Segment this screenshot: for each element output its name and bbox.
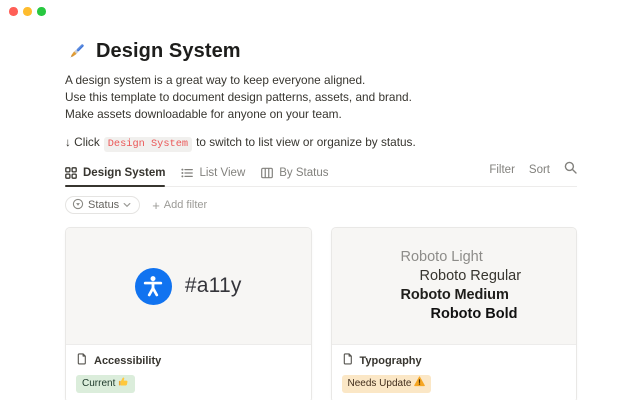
- search-icon[interactable]: [564, 161, 577, 179]
- minimize-window-button[interactable]: [23, 7, 32, 16]
- status-chip-label: Status: [88, 199, 119, 211]
- notion-window: Design System A design system is a great…: [0, 0, 640, 400]
- window-controls: [9, 7, 46, 16]
- status-property-icon: [72, 198, 84, 213]
- specimen-line: Roboto Bold: [431, 305, 577, 324]
- close-window-button[interactable]: [9, 7, 18, 16]
- tag-label: Needs Update: [348, 377, 412, 390]
- inline-code: Design System: [104, 137, 192, 152]
- gallery-view: #a11y Accessibility Curr: [65, 227, 577, 400]
- card-title-text: Typography: [360, 355, 422, 367]
- database-toolbar: Design System List View: [65, 162, 577, 187]
- page-icon: [342, 353, 354, 368]
- card-title: Typography: [342, 353, 567, 368]
- plus-icon: +: [152, 199, 160, 212]
- description-line: Use this template to document design pat…: [65, 89, 577, 106]
- filter-button[interactable]: Filter: [489, 164, 515, 176]
- card-footer: Typography Needs Update: [332, 344, 577, 400]
- tip-prefix: ↓ Click: [65, 135, 100, 149]
- tab-label: By Status: [279, 167, 328, 179]
- card-title: Accessibility: [76, 353, 301, 368]
- thumbs-up-emoji-icon: [118, 376, 129, 391]
- page-title: Design System: [65, 40, 577, 63]
- callout-tip: ↓ Click Design System to switch to list vi…: [65, 135, 577, 150]
- specimen-line: Roboto Regular: [420, 267, 577, 286]
- view-actions: Filter Sort: [489, 161, 577, 186]
- accessibility-icon: [135, 268, 172, 305]
- a11y-preview: #a11y: [135, 268, 242, 305]
- a11y-hashtag: #a11y: [185, 274, 242, 298]
- status-tag-needs-update: Needs Update: [342, 375, 432, 393]
- tag-label: Current: [82, 377, 115, 390]
- list-view-icon: [181, 167, 193, 179]
- card-accessibility[interactable]: #a11y Accessibility Curr: [65, 227, 312, 400]
- zoom-window-button[interactable]: [37, 7, 46, 16]
- page-content: Design System A design system is a great…: [65, 40, 577, 400]
- status-filter-chip[interactable]: Status: [65, 196, 140, 214]
- specimen-line: Roboto Medium: [401, 286, 577, 305]
- tab-label: Design System: [83, 167, 165, 179]
- card-preview: Roboto Light Roboto Regular Roboto Mediu…: [332, 228, 577, 344]
- chevron-down-icon: [123, 199, 131, 211]
- card-preview: #a11y: [66, 228, 311, 344]
- gallery-view-icon: [65, 167, 77, 179]
- description-line: Make assets downloadable for anyone on y…: [65, 106, 577, 123]
- tip-suffix: to switch to list view or organize by st…: [196, 135, 416, 149]
- page-title-text: Design System: [96, 40, 241, 63]
- typography-specimen: Roboto Light Roboto Regular Roboto Mediu…: [332, 248, 577, 324]
- tab-design-system[interactable]: Design System: [65, 167, 165, 186]
- page-description: A design system is a great way to keep e…: [65, 72, 577, 123]
- tab-by-status[interactable]: By Status: [261, 167, 328, 186]
- description-line: A design system is a great way to keep e…: [65, 72, 577, 89]
- board-view-icon: [261, 167, 273, 179]
- page-icon: [76, 353, 88, 368]
- filter-bar: Status + Add filter: [65, 196, 577, 214]
- status-tag-current: Current: [76, 375, 135, 393]
- warning-emoji-icon: [414, 376, 425, 391]
- view-tabs: Design System List View: [65, 167, 328, 186]
- specimen-line: Roboto Light: [401, 248, 577, 267]
- paintbrush-emoji-icon: [65, 41, 87, 63]
- tab-label: List View: [199, 167, 245, 179]
- sort-button[interactable]: Sort: [529, 164, 550, 176]
- add-filter-button[interactable]: + Add filter: [152, 199, 207, 212]
- card-title-text: Accessibility: [94, 355, 161, 367]
- card-footer: Accessibility Current: [66, 344, 311, 400]
- add-filter-label: Add filter: [164, 199, 207, 211]
- tab-list-view[interactable]: List View: [181, 167, 245, 186]
- card-typography[interactable]: Roboto Light Roboto Regular Roboto Mediu…: [331, 227, 578, 400]
